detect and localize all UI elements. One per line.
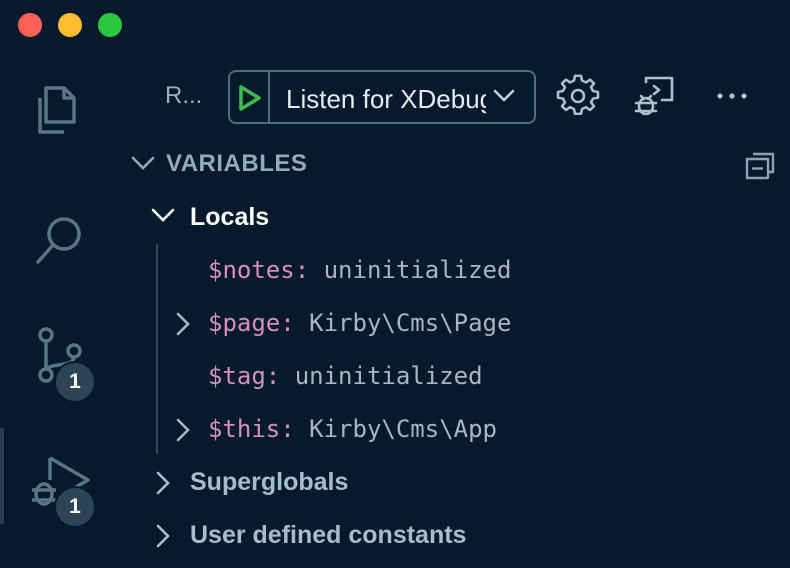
variable-separator: :: [294, 256, 324, 284]
window-close-button[interactable]: [18, 13, 42, 37]
files-icon: [38, 86, 76, 134]
activity-explorer[interactable]: [20, 70, 100, 150]
debug-config-value: Listen for XDebug: [286, 84, 486, 114]
run-view-title: R...: [165, 82, 203, 109]
search-icon: [36, 217, 81, 264]
chevron-right-icon: [156, 471, 170, 495]
vscode-window: 1 1 R... Listen for XDebug VARIABLES Loc…: [0, 0, 790, 568]
chevron-down-icon: [131, 156, 155, 170]
window-maximize-button[interactable]: [98, 13, 122, 37]
chevron-right-icon[interactable]: [174, 417, 192, 443]
variable-name: $notes: [208, 256, 295, 284]
gear-icon: [556, 74, 600, 116]
activity-search[interactable]: [20, 200, 100, 280]
chevron-down-icon: [151, 208, 175, 222]
variable-value: uninitialized: [294, 362, 483, 390]
active-indicator: [0, 428, 4, 524]
variable-name: $this: [208, 415, 281, 443]
source-control-badge: 1: [54, 361, 96, 403]
debug-config-select[interactable]: Listen for XDebug: [228, 70, 536, 124]
activity-run-debug[interactable]: 1: [20, 440, 100, 528]
activity-bar: 1 1: [0, 50, 120, 568]
tree-item-locals[interactable]: Locals: [148, 194, 748, 242]
tree-item-user-constants[interactable]: User defined constants: [148, 511, 748, 559]
more-icon: [717, 93, 747, 99]
variable-row[interactable]: $page: Kirby\Cms\Page: [172, 299, 772, 347]
superglobals-label: Superglobals: [190, 468, 349, 496]
chevron-right-icon: [156, 524, 170, 548]
collapse-all-icon[interactable]: [744, 150, 776, 182]
variable-separator: :: [280, 309, 310, 337]
variable-name: $tag: [208, 362, 266, 390]
debug-console-button[interactable]: [632, 74, 676, 118]
variable-separator: :: [265, 362, 295, 390]
variables-section-header[interactable]: VARIABLES: [128, 146, 788, 186]
window-minimize-button[interactable]: [58, 13, 82, 37]
variable-row[interactable]: $this: Kirby\Cms\App: [172, 405, 772, 453]
more-actions-button[interactable]: [712, 74, 756, 118]
variable-row[interactable]: $notes: uninitialized: [172, 246, 772, 294]
variable-separator: :: [280, 415, 310, 443]
variable-value: Kirby\Cms\Page: [309, 309, 512, 337]
variable-row[interactable]: $tag: uninitialized: [172, 352, 772, 400]
variable-value: Kirby\Cms\App: [309, 415, 497, 443]
section-title: VARIABLES: [166, 150, 308, 177]
debug-console-icon: [634, 76, 674, 116]
play-icon: [239, 85, 261, 111]
user-constants-label: User defined constants: [190, 521, 467, 549]
run-debug-badge: 1: [54, 486, 96, 528]
chevron-right-icon[interactable]: [174, 311, 192, 337]
tree-item-superglobals[interactable]: Superglobals: [148, 458, 748, 506]
variable-name: $page: [208, 309, 281, 337]
chevron-down-icon: [493, 89, 515, 102]
locals-label: Locals: [190, 203, 270, 231]
variable-value: uninitialized: [323, 256, 512, 284]
indent-guide: [156, 244, 158, 454]
open-launch-json-button[interactable]: [556, 74, 600, 118]
activity-source-control[interactable]: 1: [20, 315, 100, 403]
start-debugging-button[interactable]: [230, 72, 270, 122]
